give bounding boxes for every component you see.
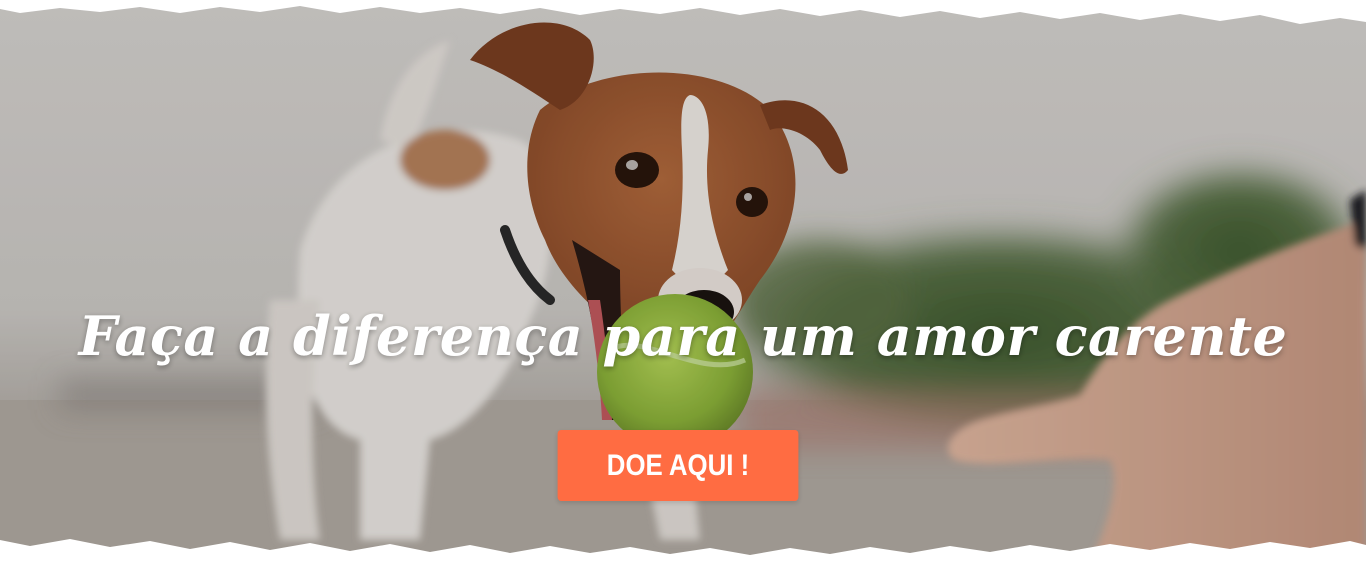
donate-button[interactable]: DOE AQUI !	[557, 430, 799, 501]
hero-headline: Faça a diferença para um amor carente	[78, 304, 1288, 368]
hero-banner: Faça a diferença para um amor carente DO…	[0, 0, 1366, 563]
